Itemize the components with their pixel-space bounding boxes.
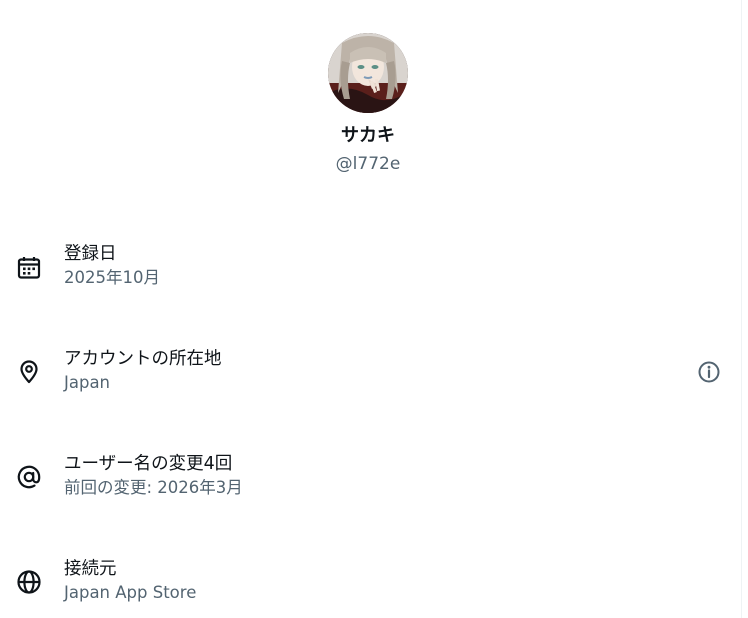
page-divider <box>741 0 742 618</box>
avatar-image <box>328 33 408 113</box>
info-row-joined: 登録日 2025年10月 <box>0 242 741 302</box>
row-title: 接続元 <box>64 559 117 579</box>
row-title: ユーザー名の変更4回 <box>64 454 233 474</box>
row-title: アカウントの所在地 <box>64 349 222 369</box>
row-value: Japan App Store <box>64 583 197 602</box>
info-row-username-changes: ユーザー名の変更4回 前回の変更: 2026年3月 <box>0 452 741 512</box>
avatar[interactable] <box>328 33 408 113</box>
info-icon[interactable] <box>697 360 721 384</box>
user-handle: @l772e <box>335 154 401 174</box>
info-row-location: アカウントの所在地 Japan <box>0 347 741 407</box>
calendar-icon <box>16 255 42 281</box>
globe-icon <box>16 569 42 595</box>
display-name: サカキ <box>341 125 395 146</box>
row-title: 登録日 <box>64 244 117 264</box>
row-value: Japan <box>64 373 111 392</box>
info-row-connected-via: 接続元 Japan App Store <box>0 557 741 617</box>
row-value: 2025年10月 <box>64 268 160 287</box>
row-value: 前回の変更: 2026年3月 <box>64 478 243 497</box>
location-pin-icon <box>16 359 42 385</box>
at-sign-icon <box>16 464 42 490</box>
